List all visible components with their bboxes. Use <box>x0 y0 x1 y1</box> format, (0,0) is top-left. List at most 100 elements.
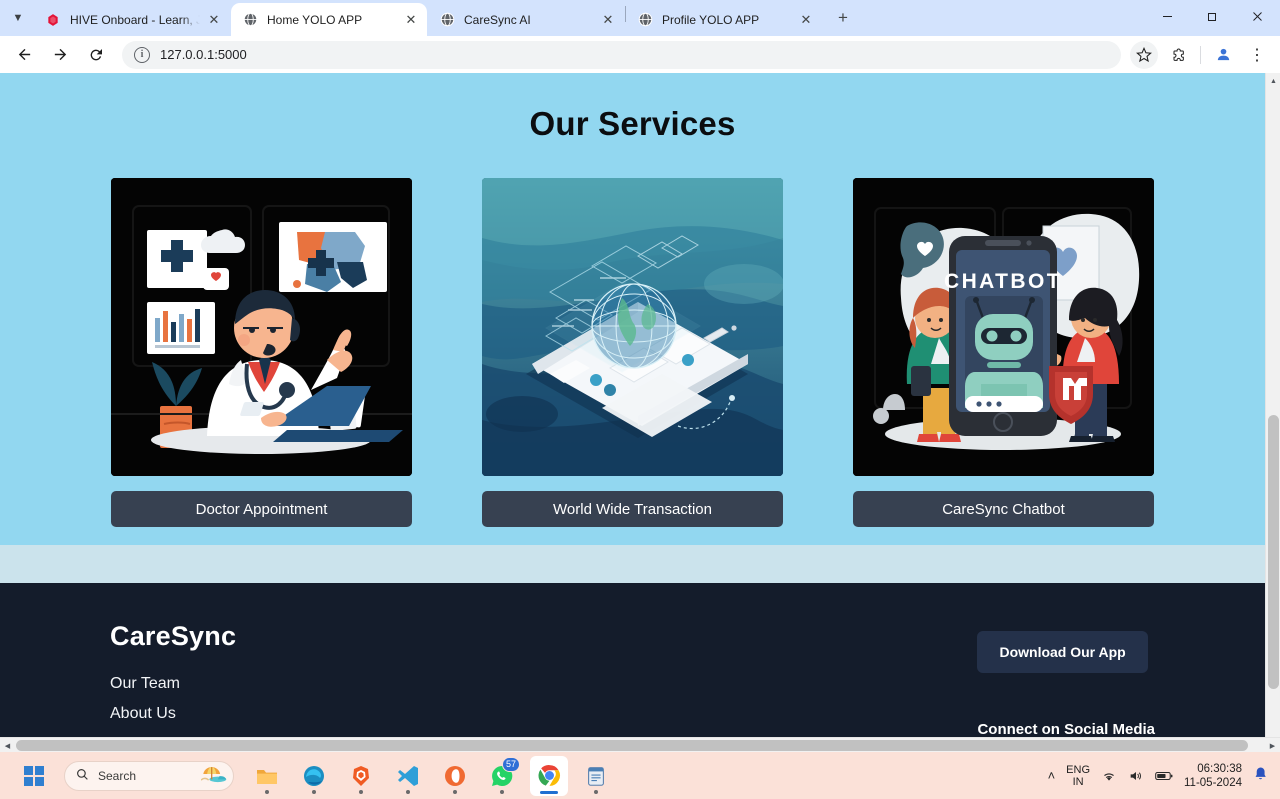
tab-title: CareSync AI <box>464 12 531 27</box>
whatsapp-unread-badge: 57 <box>501 756 520 772</box>
tab-strip: HIVE Onboard - Learn, Join and ✕ Home YO… <box>34 0 1145 36</box>
service-card-list: Doctor Appointment World Wide Transactio… <box>0 178 1265 527</box>
horizontal-scrollbar-thumb[interactable] <box>16 740 1248 751</box>
search-icon <box>76 768 89 784</box>
social-media-heading: Connect on Social Media <box>977 721 1155 738</box>
footer-link-about-us[interactable]: About Us <box>110 702 236 726</box>
clock-time: 06:30:38 <box>1197 762 1242 775</box>
taskbar-app-opera-browser[interactable] <box>436 756 474 796</box>
running-indicator <box>312 789 316 794</box>
browser-window: ▼ HIVE Onboard - Learn, Join and ✕ Home … <box>0 0 1280 799</box>
vertical-scrollbar[interactable]: ▲ ▼ <box>1265 73 1280 752</box>
running-indicator <box>540 790 558 794</box>
site-footer: CareSync Our Team About Us Contact Us Pr… <box>0 583 1265 752</box>
footer-link-our-team[interactable]: Our Team <box>110 672 236 696</box>
beach-umbrella-icon <box>200 765 227 787</box>
scroll-right-arrow-icon[interactable]: ▶ <box>1265 738 1280 753</box>
web-page: Our Services Doctor Appointment World Wi… <box>0 73 1265 752</box>
taskbar-app-list: 57 <box>248 755 615 796</box>
chatbot-screen-text: CHATBOT <box>944 270 1062 293</box>
running-indicator <box>453 789 457 794</box>
reload-button[interactable] <box>81 40 111 70</box>
toolbar-divider <box>1200 45 1201 64</box>
tab-title: HIVE Onboard - Learn, Join and <box>70 12 200 27</box>
windows-taskbar: Search 57 ˄ ENG IN 06:30:38 11-05-2024 <box>0 752 1280 799</box>
scroll-up-arrow-icon[interactable]: ▲ <box>1266 73 1280 90</box>
taskbar-app-notepad[interactable] <box>577 756 615 796</box>
doctor-at-desk-illustration <box>111 178 412 476</box>
horizontal-scrollbar[interactable]: ◀ ▶ <box>0 737 1280 752</box>
footer-left-column: CareSync Our Team About Us Contact Us Pr… <box>110 621 236 752</box>
new-tab-button[interactable]: + <box>829 4 857 32</box>
extensions-puzzle-icon[interactable] <box>1164 41 1192 69</box>
tab-search-chevron-down-icon[interactable]: ▼ <box>4 4 32 32</box>
account-avatar-icon[interactable] <box>1209 41 1237 69</box>
taskbar-app-brave-browser[interactable] <box>342 756 380 796</box>
running-indicator <box>359 789 363 794</box>
browser-tab-profile-yolo-app[interactable]: Profile YOLO APP ✕ <box>626 3 822 36</box>
region-code: IN <box>1072 775 1084 788</box>
globe-icon <box>439 12 455 28</box>
taskbar-search-input[interactable]: Search <box>64 760 234 791</box>
forward-button[interactable] <box>45 40 75 70</box>
browser-tab-hive-onboard[interactable]: HIVE Onboard - Learn, Join and ✕ <box>34 3 230 36</box>
site-info-icon[interactable]: i <box>134 46 150 63</box>
speaker-icon[interactable] <box>1128 769 1144 783</box>
tab-title: Profile YOLO APP <box>662 12 760 27</box>
windows-logo-icon <box>24 765 44 786</box>
hive-icon <box>45 12 61 28</box>
browser-toolbar: i 127.0.0.1:5000 ⋮ <box>0 36 1280 73</box>
maximize-button[interactable] <box>1190 0 1235 32</box>
close-icon[interactable]: ✕ <box>600 12 616 28</box>
search-placeholder-text: Search <box>98 768 137 783</box>
tray-overflow-chevron-icon[interactable]: ˄ <box>1048 768 1056 783</box>
wifi-icon[interactable] <box>1101 769 1117 783</box>
download-our-app-button[interactable]: Download Our App <box>977 631 1148 673</box>
footer-brand: CareSync <box>110 621 237 651</box>
globe-icon <box>637 12 653 28</box>
taskbar-app-microsoft-edge[interactable] <box>295 756 333 796</box>
running-indicator <box>500 789 504 794</box>
clock[interactable]: 06:30:38 11-05-2024 <box>1184 762 1242 790</box>
chatbot-phone-illustration: CHATBOT <box>853 178 1154 476</box>
window-controls <box>1145 0 1280 32</box>
language-code: ENG <box>1066 763 1091 776</box>
language-indicator[interactable]: ENG IN <box>1066 764 1090 788</box>
doctor-appointment-button[interactable]: Doctor Appointment <box>111 491 412 527</box>
back-button[interactable] <box>9 40 39 70</box>
bookmark-star-icon[interactable] <box>1130 40 1158 69</box>
footer-right-column: Download Our App Connect on Social Media… <box>977 621 1155 752</box>
scroll-left-arrow-icon[interactable]: ◀ <box>0 738 15 753</box>
close-window-button[interactable] <box>1235 0 1280 32</box>
minimize-button[interactable] <box>1145 0 1190 32</box>
page-viewport: Our Services Doctor Appointment World Wi… <box>0 73 1280 752</box>
running-indicator <box>594 789 598 794</box>
browser-menu-icon[interactable]: ⋮ <box>1243 41 1271 69</box>
start-button[interactable] <box>14 756 54 796</box>
world-wide-transaction-button[interactable]: World Wide Transaction <box>482 491 783 527</box>
our-services-section: Our Services Doctor Appointment World Wi… <box>0 73 1265 545</box>
tab-title: Home YOLO APP <box>267 12 363 27</box>
service-card-caresync-chatbot: CHATBOT CareSync Chatbot <box>853 178 1154 527</box>
browser-tab-caresync-ai[interactable]: CareSync AI ✕ <box>428 3 624 36</box>
bell-icon[interactable] <box>1253 766 1268 785</box>
taskbar-app-visual-studio-code[interactable] <box>389 756 427 796</box>
address-bar[interactable]: i 127.0.0.1:5000 <box>122 40 1121 69</box>
running-indicator <box>265 789 269 794</box>
vertical-scrollbar-thumb[interactable] <box>1268 415 1279 689</box>
close-icon[interactable]: ✕ <box>798 12 814 28</box>
browser-tab-home-yolo-app[interactable]: Home YOLO APP ✕ <box>231 3 427 36</box>
clock-date: 11-05-2024 <box>1184 776 1242 789</box>
close-icon[interactable]: ✕ <box>403 12 419 28</box>
battery-icon[interactable] <box>1155 770 1173 782</box>
url-text: 127.0.0.1:5000 <box>160 47 247 62</box>
close-icon[interactable]: ✕ <box>206 12 222 28</box>
tab-strip-bar: ▼ HIVE Onboard - Learn, Join and ✕ Home … <box>0 0 1280 36</box>
caresync-chatbot-button[interactable]: CareSync Chatbot <box>853 491 1154 527</box>
taskbar-app-google-chrome[interactable] <box>530 755 568 796</box>
running-indicator <box>406 789 410 794</box>
page-title: Our Services <box>529 105 736 142</box>
taskbar-app-file-explorer[interactable] <box>248 756 286 796</box>
taskbar-app-whatsapp[interactable]: 57 <box>483 756 521 796</box>
service-card-doctor-appointment: Doctor Appointment <box>111 178 412 527</box>
